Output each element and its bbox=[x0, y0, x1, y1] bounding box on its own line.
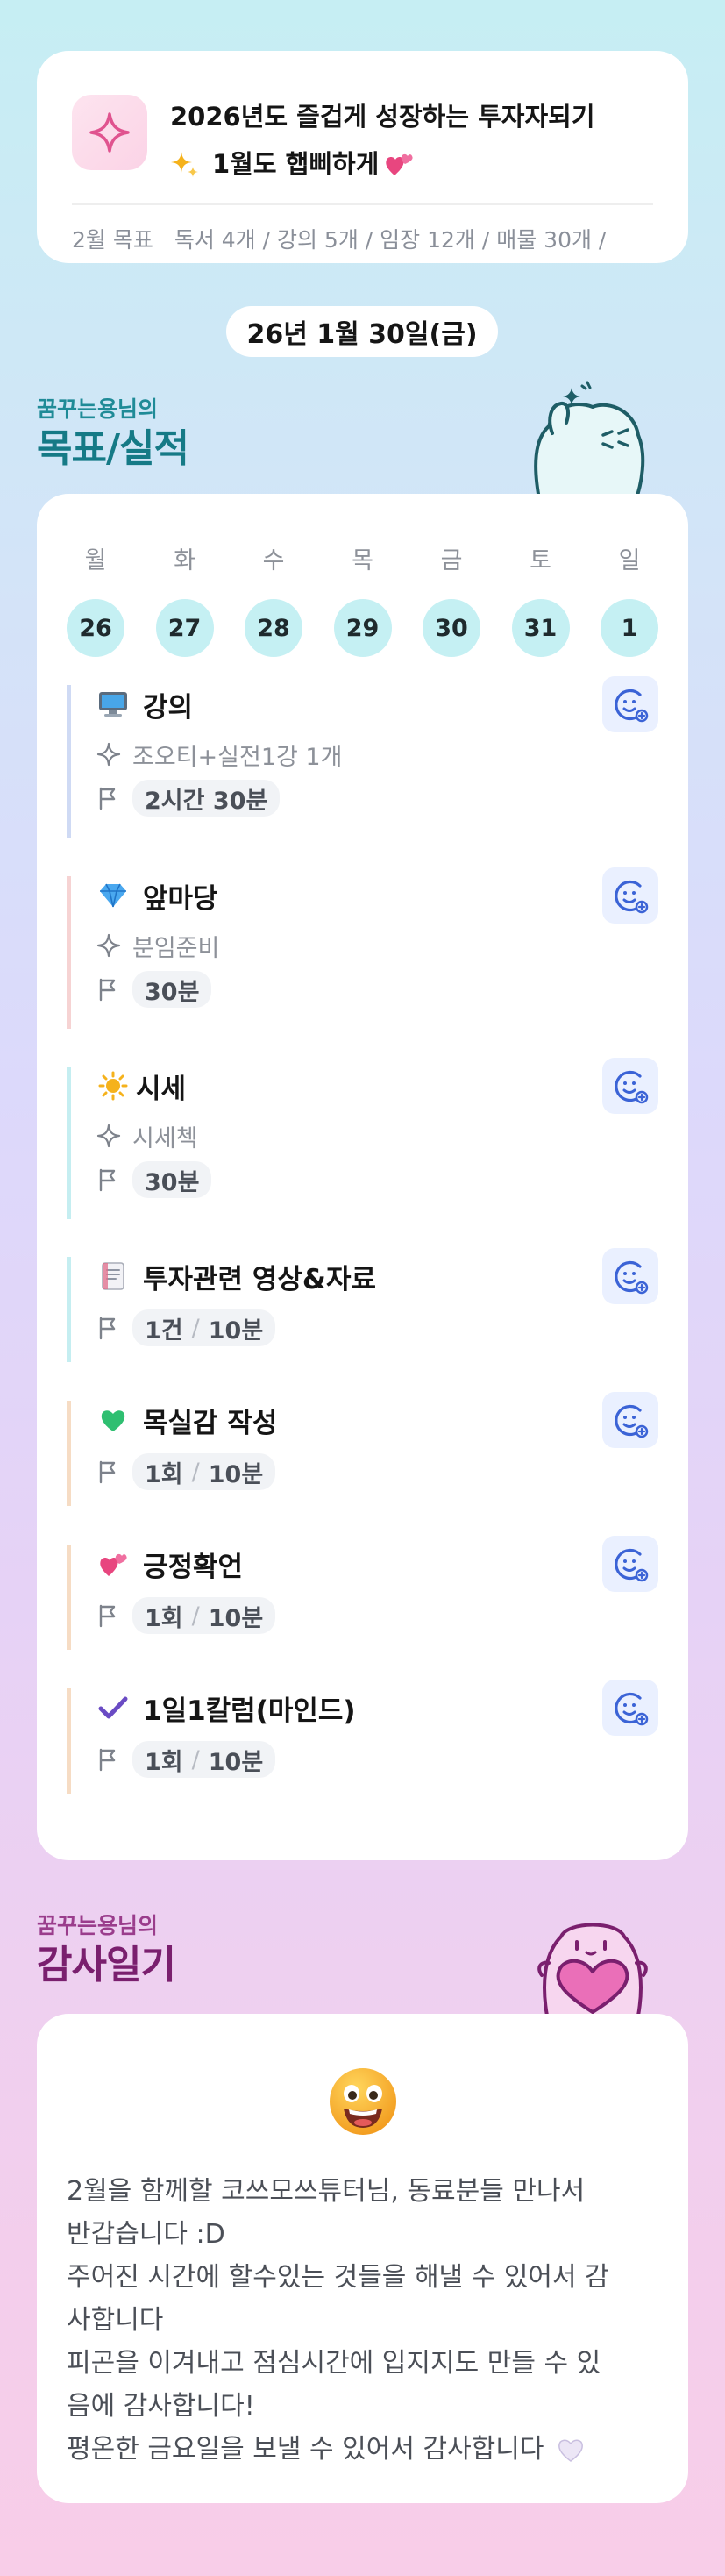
goal-text: 독서 4개 / 강의 5개 / 임장 12개 / 매물 30개 / bbox=[174, 227, 607, 253]
day-tue[interactable]: 화 27 bbox=[155, 541, 214, 657]
mascot-waving-icon bbox=[522, 381, 654, 505]
task-market-price: 시세 시세첵 30분 bbox=[67, 1058, 658, 1219]
task-desc: 분임준비 bbox=[132, 934, 220, 962]
emoji-react-button[interactable] bbox=[602, 1536, 658, 1592]
green-heart-icon bbox=[96, 1402, 131, 1438]
goal-label: 2월 목표 bbox=[72, 227, 153, 253]
day-wed[interactable]: 수 28 bbox=[245, 541, 302, 657]
task-title: 강의 bbox=[143, 691, 194, 724]
sparkle-outline-icon bbox=[96, 1123, 122, 1149]
emoji-react-button[interactable] bbox=[602, 676, 658, 732]
count-time-chip: 1회/10분 bbox=[132, 1453, 276, 1490]
diamond-icon bbox=[96, 878, 131, 913]
two-hearts-icon bbox=[96, 1546, 131, 1581]
flag-icon bbox=[96, 1315, 122, 1341]
check-icon bbox=[96, 1690, 131, 1725]
task-title: 시세 bbox=[136, 1073, 187, 1105]
flag-icon bbox=[96, 1746, 122, 1773]
emoji-react-button[interactable] bbox=[602, 1248, 658, 1304]
task-investment-media: 투자관련 영상&자료 1건/10분 bbox=[67, 1248, 658, 1362]
task-affirmation: 긍정확언 1회/10분 bbox=[67, 1536, 658, 1650]
header-title-line1: 2026년도 즐겁게 성장하는 투자자되기 bbox=[170, 102, 595, 132]
flag-icon bbox=[96, 1459, 122, 1485]
header-card: 2026년도 즐겁게 성장하는 투자자되기 1월도 햅삐하게 2월 목표 독서 … bbox=[37, 51, 688, 263]
day-sun[interactable]: 일1 bbox=[601, 541, 658, 657]
day-fri[interactable]: 금 30 bbox=[423, 541, 480, 657]
time-chip: 2시간 30분 bbox=[132, 780, 281, 817]
week-strip: 월 26 화 27 수 28 목 29 금 30 토 31 일1 bbox=[67, 494, 658, 657]
computer-icon bbox=[96, 687, 131, 722]
day-thu[interactable]: 목 29 bbox=[333, 541, 392, 657]
emoji-react-button[interactable] bbox=[602, 867, 658, 924]
task-title: 투자관련 영상&자료 bbox=[143, 1263, 376, 1295]
sparkles-icon bbox=[170, 149, 200, 179]
grinning-face-icon bbox=[326, 2065, 400, 2138]
sparkle-icon bbox=[72, 95, 147, 170]
heart-icon bbox=[384, 149, 414, 179]
gratitude-text: 2월을 함께할 코쓰모쓰튜터님, 동료분들 만나서 반갑습니다 :D 주어진 시… bbox=[67, 2176, 609, 2465]
task-desc: 시세첵 bbox=[132, 1124, 198, 1152]
gratitude-card: 2월을 함께할 코쓰모쓰튜터님, 동료분들 만나서 반갑습니다 :D 주어진 시… bbox=[37, 2014, 688, 2503]
time-chip: 30분 bbox=[132, 971, 212, 1008]
mascot-heart-icon bbox=[522, 1902, 663, 2017]
flag-icon bbox=[96, 976, 122, 1003]
task-lecture: 강의 조오티+실전1강 1개 2시간 30분 bbox=[67, 676, 658, 838]
sparkle-outline-icon bbox=[96, 741, 122, 767]
emoji-react-button[interactable] bbox=[602, 1058, 658, 1114]
count-time-chip: 1건/10분 bbox=[132, 1309, 276, 1346]
task-gratitude-journal: 목실감 작성 1회/10분 bbox=[67, 1392, 658, 1506]
emoji-react-button[interactable] bbox=[602, 1680, 658, 1736]
task-daily-column: 1일1칼럼(마인드) 1회/10분 bbox=[67, 1680, 658, 1794]
task-desc: 조오티+실전1강 1개 bbox=[132, 743, 343, 771]
count-time-chip: 1회/10분 bbox=[132, 1597, 276, 1634]
time-chip: 30분 bbox=[132, 1161, 212, 1198]
document-icon bbox=[96, 1259, 131, 1294]
date-pill[interactable]: 26년 1월 30일(금) bbox=[226, 306, 498, 357]
day-sat[interactable]: 토 31 bbox=[511, 541, 570, 657]
task-title: 목실감 작성 bbox=[143, 1407, 278, 1439]
white-heart-icon bbox=[556, 2436, 586, 2464]
count-time-chip: 1회/10분 bbox=[132, 1741, 276, 1778]
sun-icon bbox=[96, 1068, 131, 1103]
flag-icon bbox=[96, 1167, 122, 1193]
flag-icon bbox=[96, 785, 122, 811]
header-title-line2: 1월도 햅삐하게 bbox=[212, 149, 380, 179]
task-title: 1일1칼럼(마인드) bbox=[143, 1695, 356, 1727]
goals-card: 월 26 화 27 수 28 목 29 금 30 토 31 일1 강의 조오티+실전1강 1… bbox=[37, 494, 688, 1860]
flag-icon bbox=[96, 1602, 122, 1629]
task-title: 긍정확언 bbox=[143, 1551, 244, 1583]
day-mon[interactable]: 월 26 bbox=[67, 541, 124, 657]
task-title: 앞마당 bbox=[143, 882, 218, 915]
thanks-section-title: 감사일기 bbox=[37, 1943, 176, 1987]
sparkle-outline-icon bbox=[96, 932, 122, 959]
task-front-yard: 앞마당 분임준비 30분 bbox=[67, 867, 658, 1029]
emoji-react-button[interactable] bbox=[602, 1392, 658, 1448]
goals-section-title: 목표/실적 bbox=[37, 426, 189, 471]
